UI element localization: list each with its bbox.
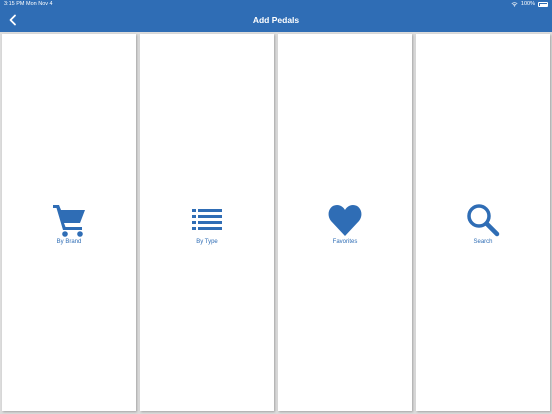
status-bar: 3:15 PM Mon Nov 4 100%: [0, 0, 552, 9]
tile-label: Favorites: [332, 239, 358, 245]
status-time: 3:15 PM: [4, 1, 25, 7]
nav-bar: Add Pedals: [0, 9, 552, 32]
tile-grid: By Brand By Type Favorites Search: [0, 32, 552, 414]
top-bar: 3:15 PM Mon Nov 4 100% Add Pedals: [0, 0, 552, 32]
tile-label: By Type: [196, 239, 218, 245]
tile-favorites[interactable]: Favorites: [278, 34, 412, 411]
tile-label: By Brand: [56, 239, 82, 245]
tile-search[interactable]: Search: [416, 34, 550, 411]
battery-percent: 100%: [520, 1, 535, 7]
wifi-icon: [511, 2, 518, 7]
search-icon: [467, 204, 500, 237]
back-chevron-icon[interactable]: [6, 13, 20, 27]
status-date: Mon Nov 4: [26, 1, 53, 7]
status-right: 100%: [511, 0, 548, 9]
tile-by-brand[interactable]: By Brand: [2, 34, 136, 411]
heart-icon: [328, 205, 362, 236]
cart-icon: [53, 205, 85, 237]
tile-label: Search: [473, 239, 493, 245]
list-icon: [192, 209, 222, 230]
battery-icon: [538, 2, 548, 7]
tile-by-type[interactable]: By Type: [140, 34, 274, 411]
page-title: Add Pedals: [252, 15, 300, 25]
